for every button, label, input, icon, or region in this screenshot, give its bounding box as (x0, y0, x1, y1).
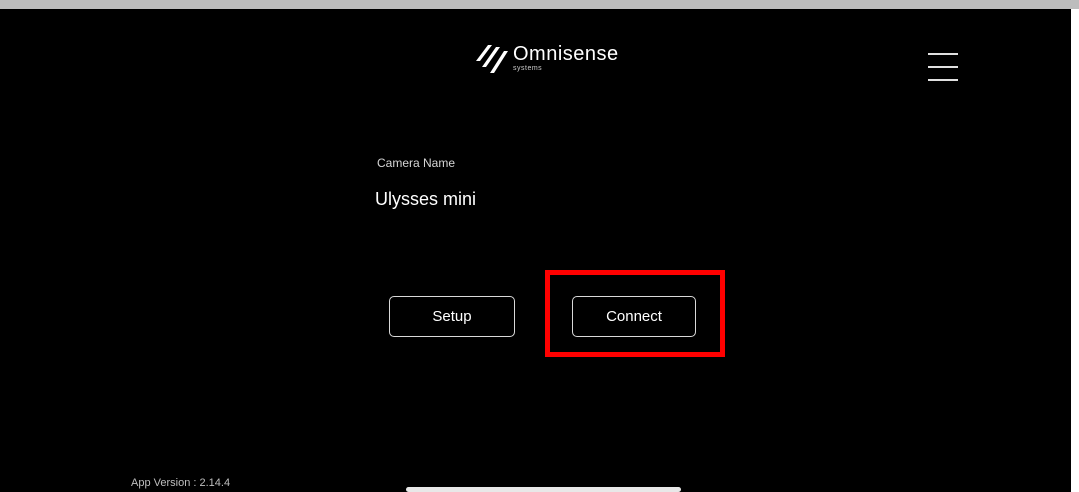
window-top-edge (0, 0, 1079, 9)
logo-text: Omnisense systems (513, 44, 619, 72)
camera-name-value: Ulysses mini (375, 189, 477, 209)
hamburger-menu-icon[interactable] (928, 50, 958, 84)
app-screen (0, 9, 1071, 492)
logo-subtitle: systems (513, 65, 543, 72)
connect-highlight-box (545, 270, 725, 357)
home-indicator-bar (406, 487, 681, 492)
window-right-edge (1071, 9, 1079, 492)
app-version-text: App Version : 2.14.4 (131, 477, 231, 489)
omnisense-logo-mark-icon (476, 45, 508, 73)
omnisense-logo: Omnisense systems (470, 38, 619, 78)
camera-name-label: Camera Name (377, 156, 456, 170)
setup-button[interactable]: Setup (389, 296, 515, 337)
logo-name: Omnisense (513, 43, 619, 65)
